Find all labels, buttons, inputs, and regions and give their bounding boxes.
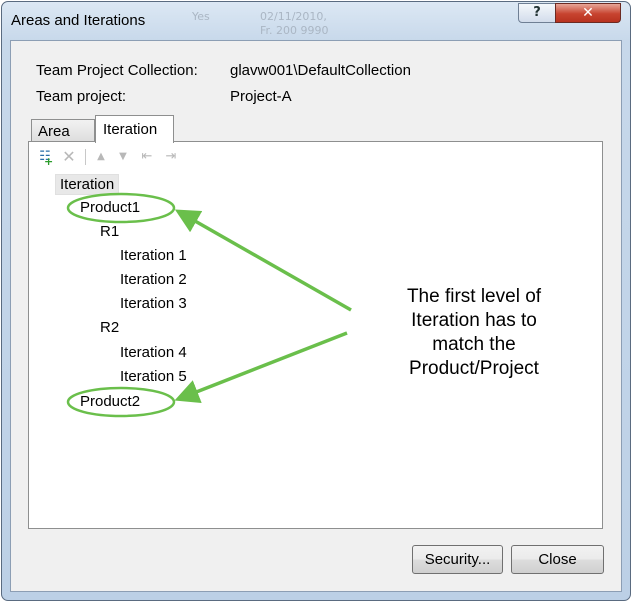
callout-line: match the: [432, 334, 516, 355]
move-up-icon[interactable]: ▲: [91, 148, 111, 166]
annotation-callout: The first level of Iteration has to matc…: [365, 285, 583, 381]
tree-node-r2[interactable]: R2: [100, 319, 119, 336]
background-ghost-text: Yes: [192, 10, 210, 23]
tree-node-product2[interactable]: Product2: [80, 393, 140, 410]
background-ghost-text: Fr. 200 9990: [260, 24, 329, 37]
tree-root-iteration[interactable]: Iteration: [55, 174, 120, 195]
collection-value: glavw001\DefaultCollection: [230, 62, 411, 79]
callout-line: Product/Project: [409, 358, 539, 379]
help-button[interactable]: ?: [518, 3, 556, 23]
tree-node-iteration-3[interactable]: Iteration 3: [120, 295, 187, 312]
tree-node-iteration-1[interactable]: Iteration 1: [120, 247, 187, 264]
project-label: Team project:: [36, 88, 127, 105]
project-value: Project-A: [230, 88, 292, 105]
annotation-arrow-upper: [174, 209, 352, 312]
tree-node-iteration-4[interactable]: Iteration 4: [120, 344, 187, 361]
tab-area[interactable]: Area: [31, 119, 95, 141]
window-title: Areas and Iterations: [11, 12, 146, 29]
indent-icon[interactable]: ⇤: [137, 148, 157, 166]
toolbar-separator: [85, 149, 86, 165]
dialog-window: Areas and Iterations Yes 02/11/2010, Fr.…: [1, 1, 631, 601]
dialog-body: Team Project Collection: glavw001\Defaul…: [10, 40, 622, 592]
tree-toolbar: ☷ + ✕ ▲ ▼ ⇤ ⇥: [33, 146, 593, 169]
iteration-tree-panel: ☷ + ✕ ▲ ▼ ⇤ ⇥ Iteration Product1 R1 Itera…: [28, 141, 603, 529]
delete-icon[interactable]: ✕: [59, 148, 79, 166]
new-node-icon[interactable]: ☷ +: [35, 148, 55, 168]
close-window-button[interactable]: ✕: [555, 3, 621, 23]
move-down-icon[interactable]: ▼: [113, 148, 133, 166]
annotation-arrow-lower: [174, 331, 348, 404]
tree-node-iteration-2[interactable]: Iteration 2: [120, 271, 187, 288]
title-bar[interactable]: Areas and Iterations Yes 02/11/2010, Fr.…: [2, 2, 630, 40]
callout-line: The first level of: [406, 286, 542, 307]
close-button[interactable]: Close: [511, 545, 604, 574]
collection-label: Team Project Collection:: [36, 62, 198, 79]
tree-node-product1[interactable]: Product1: [80, 199, 140, 216]
background-ghost-text: 02/11/2010,: [260, 10, 327, 23]
security-button[interactable]: Security...: [412, 545, 503, 574]
tree-node-r1[interactable]: R1: [100, 223, 119, 240]
callout-line: Iteration has to: [411, 310, 537, 331]
tab-iteration[interactable]: Iteration: [95, 115, 174, 143]
outdent-icon[interactable]: ⇥: [161, 148, 181, 166]
tree-node-iteration-5[interactable]: Iteration 5: [120, 368, 187, 385]
